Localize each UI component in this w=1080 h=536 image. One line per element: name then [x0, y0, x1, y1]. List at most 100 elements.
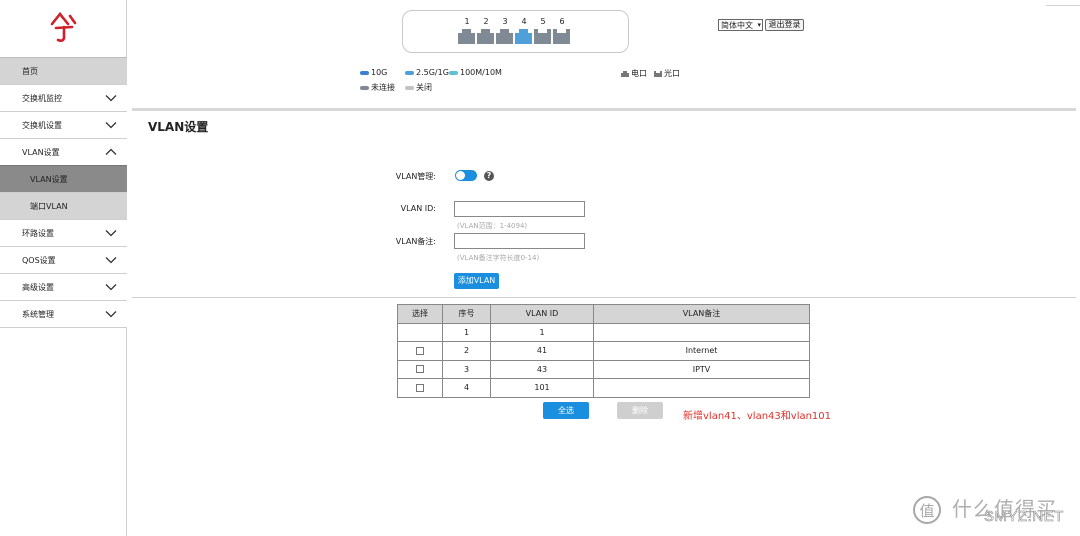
port-legend: 10G 2.5G/1G 100M/10M 电口 光口 未连接 关闭 [360, 66, 700, 96]
column-header-index: 序号 [442, 304, 491, 324]
select-cell [397, 322, 443, 342]
vlan-note-cell [593, 322, 810, 342]
watermark-logo-icon: 值 [913, 496, 941, 524]
row-checkbox[interactable] [416, 383, 424, 392]
app-window: 首页 交换机监控 交换机设置 VLAN设置 VLAN设置 端口VLAN 环路设置 [0, 0, 1080, 536]
help-icon[interactable]: ? [484, 171, 494, 181]
port-number: 2 [483, 17, 489, 26]
port-5[interactable]: 5 [534, 17, 552, 44]
ethernet-port-icon [477, 29, 494, 44]
chevron-down-icon [105, 257, 117, 264]
vlan-note-cell: IPTV [593, 359, 810, 379]
port-number: 4 [521, 17, 527, 26]
legend-label: 光口 [664, 69, 680, 78]
sidebar: 首页 交换机监控 交换机设置 VLAN设置 VLAN设置 端口VLAN 环路设置 [0, 0, 127, 536]
sidebar-item-loop-settings[interactable]: 环路设置 [0, 219, 127, 246]
column-header-vlan-id: VLAN ID [490, 304, 594, 324]
vlan-note-input[interactable] [454, 233, 585, 249]
ethernet-port-icon [458, 29, 475, 44]
vlan-id-label: VLAN ID: [400, 204, 436, 213]
toggle-knob [456, 171, 465, 180]
vlan-note-label: VLAN备注: [395, 237, 436, 246]
sidebar-subitem-port-vlan[interactable]: 端口VLAN [0, 192, 127, 219]
vlan-manage-label: VLAN管理: [395, 172, 436, 181]
sidebar-item-qos-settings[interactable]: QOS设置 [0, 246, 127, 273]
sidebar-nav: 首页 交换机监控 交换机设置 VLAN设置 VLAN设置 端口VLAN 环路设置 [0, 57, 127, 328]
sidebar-item-advanced-settings[interactable]: 高级设置 [0, 273, 127, 300]
optical-port-icon [654, 70, 662, 77]
legend-label: 未连接 [371, 83, 395, 92]
legend-label: 2.5G/1G [416, 68, 449, 77]
logout-button[interactable]: 退出登录 [765, 19, 804, 31]
chevron-down-icon [105, 230, 117, 237]
port-2[interactable]: 2 [477, 17, 495, 44]
select-cell [397, 359, 443, 379]
select-cell [397, 341, 443, 361]
table-row: 4 101 [397, 378, 810, 398]
row-checkbox[interactable] [416, 346, 424, 355]
sidebar-item-label: 环路设置 [22, 228, 54, 238]
watermark: 值 什么值得买 SMYZ.NET [912, 493, 1080, 533]
chevron-down-icon [105, 95, 117, 102]
chevron-down-icon [105, 122, 117, 129]
delete-button[interactable]: 删除 [617, 402, 663, 419]
add-vlan-button[interactable]: 添加VLAN [454, 273, 499, 289]
sidebar-subitem-vlan-settings[interactable]: VLAN设置 [0, 165, 127, 192]
vlan-id-hint: (VLAN范围：1-4094) [457, 222, 528, 230]
header-divider [132, 108, 1076, 111]
select-all-button[interactable]: 全选 [543, 402, 589, 419]
language-select[interactable]: 简体中文 ▾ [718, 19, 763, 31]
form-divider [132, 297, 1076, 298]
legend-electric-port: 电口 [621, 68, 647, 79]
divider [1046, 5, 1080, 6]
vlan-table: 选择 序号 VLAN ID VLAN备注 1 1 2 41 Internet 3 [397, 304, 810, 398]
legend-label: 10G [371, 68, 388, 77]
index-cell: 1 [442, 322, 491, 342]
legend-100m: 100M/10M [449, 68, 502, 77]
vlan-note-cell: Internet [593, 341, 810, 361]
swatch-icon [405, 70, 414, 75]
port-number: 3 [502, 17, 508, 26]
vlan-note-hint: (VLAN备注字符长度0-14) [457, 254, 540, 262]
svg-text:值: 值 [919, 502, 934, 520]
sidebar-item-switch-monitor[interactable]: 交换机监控 [0, 84, 127, 111]
electric-port-icon [621, 70, 629, 77]
index-cell: 3 [442, 359, 491, 379]
sidebar-item-vlan-settings[interactable]: VLAN设置 [0, 138, 127, 165]
swatch-icon [405, 85, 414, 90]
vlan-note-cell [593, 378, 810, 398]
sidebar-item-label: 高级设置 [22, 282, 54, 292]
legend-label: 电口 [631, 69, 647, 78]
vlan-manage-toggle[interactable] [455, 170, 477, 181]
ethernet-port-icon [515, 29, 532, 44]
ethernet-port-icon [496, 29, 513, 44]
language-value: 简体中文 [721, 20, 753, 30]
legend-label: 关闭 [416, 83, 432, 92]
port-4[interactable]: 4 [515, 17, 533, 44]
swatch-icon [360, 85, 369, 90]
legend-2-5g: 2.5G/1G [405, 68, 449, 77]
sidebar-item-label: VLAN设置 [30, 174, 68, 184]
sidebar-item-home[interactable]: 首页 [0, 57, 127, 84]
port-6[interactable]: 6 [553, 17, 571, 44]
ethernet-port-icon [553, 29, 570, 44]
sidebar-item-switch-settings[interactable]: 交换机设置 [0, 111, 127, 138]
legend-off: 关闭 [405, 82, 432, 93]
port-number: 5 [540, 17, 546, 26]
sidebar-nav-end-divider [0, 327, 127, 328]
page-title: VLAN设置 [148, 120, 209, 134]
swatch-icon [449, 70, 458, 75]
table-row: 1 1 [397, 322, 810, 342]
port-3[interactable]: 3 [496, 17, 514, 44]
sidebar-item-label: 交换机监控 [22, 93, 62, 103]
sidebar-item-label: 交换机设置 [22, 120, 62, 130]
chevron-down-icon [105, 284, 117, 291]
table-row: 3 43 IPTV [397, 359, 810, 379]
sidebar-item-label: 首页 [22, 66, 38, 76]
column-header-select: 选择 [397, 304, 443, 324]
port-1[interactable]: 1 [458, 17, 476, 44]
vlan-id-input[interactable] [454, 201, 585, 217]
row-checkbox[interactable] [416, 365, 424, 374]
table-header-row: 选择 序号 VLAN ID VLAN备注 [397, 304, 810, 324]
sidebar-item-system-management[interactable]: 系统管理 [0, 300, 127, 327]
